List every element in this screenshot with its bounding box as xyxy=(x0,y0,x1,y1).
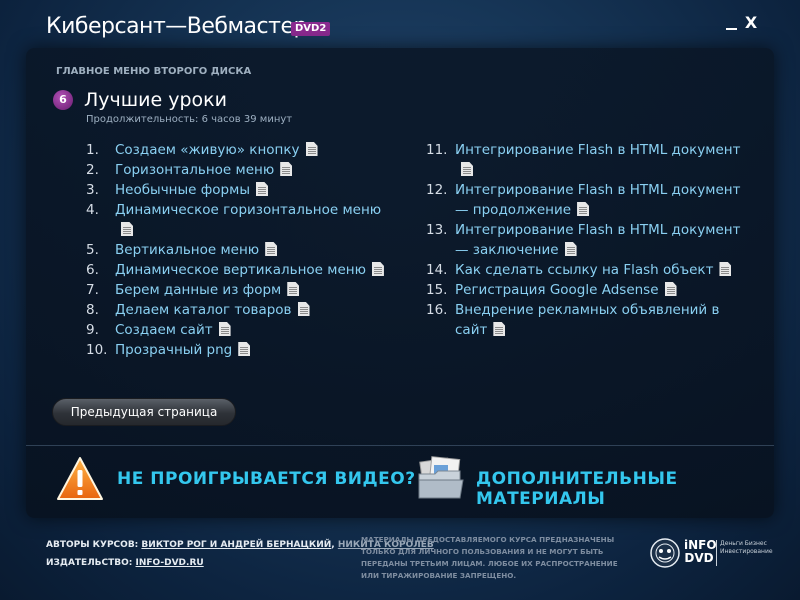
lesson-item[interactable]: 2. Горизонтальное меню xyxy=(86,160,386,180)
lesson-title: Берем данные из форм xyxy=(115,282,282,298)
lesson-number: 11. xyxy=(426,142,448,158)
lesson-number: 3. xyxy=(86,182,99,198)
dvd-badge: DVD2 xyxy=(291,22,331,36)
document-icon xyxy=(297,302,310,316)
lesson-number: 9. xyxy=(86,322,99,338)
lesson-item[interactable]: 7. Берем данные из форм xyxy=(86,280,386,300)
extra-materials-link[interactable]: ДОПОЛНИТЕЛЬНЫЕ МАТЕРИАЛЫ xyxy=(476,469,800,509)
lesson-item[interactable]: 8. Делаем каталог товаров xyxy=(86,300,386,320)
lesson-number: 5. xyxy=(86,242,99,258)
lesson-title: Интегрирование Flash в HTML документ — п… xyxy=(455,182,741,218)
lesson-item[interactable]: 1. Создаем «живую» кнопку xyxy=(86,140,386,160)
document-icon xyxy=(121,222,133,236)
lesson-title: Как сделать ссылку на Flash объект xyxy=(455,262,714,278)
warning-icon[interactable] xyxy=(56,456,104,502)
document-icon xyxy=(265,242,278,256)
document-icon xyxy=(461,162,473,176)
document-icon xyxy=(493,322,506,336)
app-title: Киберсант—Вебмастер xyxy=(46,14,307,39)
section-title: Лучшие уроки xyxy=(84,89,227,111)
minimize-button[interactable] xyxy=(722,14,740,32)
lesson-number: 12. xyxy=(426,182,448,198)
lesson-number: 4. xyxy=(86,202,99,218)
section-number-badge: 6 xyxy=(53,90,73,110)
lesson-title: Регистрация Google Adsense xyxy=(455,282,659,298)
menu-caption: ГЛАВНОЕ МЕНЮ ВТОРОГО ДИСКА xyxy=(56,66,252,77)
divider xyxy=(26,445,774,446)
document-icon xyxy=(577,202,590,216)
disclaimer-text: МАТЕРИАЛЫ ПРЕДОСТАВЛЯЕМОГО КУРСА ПРЕДНАЗ… xyxy=(361,535,618,580)
lesson-title: Динамическое горизонтальное меню xyxy=(115,202,382,218)
lesson-item[interactable]: 16. Внедрение рекламных объявлений в сайт xyxy=(426,300,746,340)
lesson-number: 16. xyxy=(426,302,448,318)
document-icon xyxy=(238,342,251,356)
lesson-number: 14. xyxy=(426,262,448,278)
lesson-item[interactable]: 14. Как сделать ссылку на Flash объект xyxy=(426,260,746,280)
lesson-item[interactable]: 12. Интегрирование Flash в HTML документ … xyxy=(426,180,746,220)
lesson-item[interactable]: 11. Интегрирование Flash в HTML документ xyxy=(426,140,746,180)
document-icon xyxy=(371,262,384,276)
lesson-title: Делаем каталог товаров xyxy=(115,302,292,318)
lesson-title: Динамическое вертикальное меню xyxy=(115,262,366,278)
lesson-item[interactable]: 3. Необычные формы xyxy=(86,180,386,200)
lesson-title: Прозрачный png xyxy=(115,342,233,358)
document-icon xyxy=(564,242,577,256)
close-button[interactable]: X xyxy=(742,14,760,32)
folder-icon[interactable] xyxy=(416,456,466,502)
lesson-title: Интегрирование Flash в HTML документ xyxy=(455,142,741,158)
document-icon xyxy=(287,282,300,296)
publisher-link[interactable]: INFO-DVD.RU xyxy=(136,558,204,568)
lesson-item[interactable]: 10. Прозрачный png xyxy=(86,340,386,360)
video-problem-link[interactable]: НЕ ПРОИГРЫВАЕТСЯ ВИДЕО? xyxy=(117,469,416,489)
lesson-list-left: 1. Создаем «живую» кнопку 2. Горизонтально… xyxy=(86,140,386,360)
lesson-number: 8. xyxy=(86,302,99,318)
lesson-number: 2. xyxy=(86,162,99,178)
document-icon xyxy=(305,142,318,156)
logo-tagline: Деньги Бизнес Инвестирование xyxy=(720,540,773,555)
document-icon xyxy=(664,282,677,296)
prev-page-button[interactable]: Предыдущая страница xyxy=(52,398,236,426)
document-icon xyxy=(218,322,231,336)
lesson-number: 13. xyxy=(426,222,448,238)
lesson-title: Вертикальное меню xyxy=(115,242,260,258)
lesson-title: Создаем «живую» кнопку xyxy=(115,142,300,158)
lesson-title: Горизонтальное меню xyxy=(115,162,275,178)
publisher-label: ИЗДАТЕЛЬСТВО: xyxy=(46,558,136,568)
author-link-1[interactable]: ВИКТОР РОГ И АНДРЕЙ БЕРНАЦКИЙ xyxy=(141,540,331,550)
document-icon xyxy=(719,262,732,276)
document-icon xyxy=(255,182,268,196)
lesson-title: Создаем сайт xyxy=(115,322,213,338)
authors-label: АВТОРЫ КУРСОВ: xyxy=(46,540,142,550)
lesson-number: 1. xyxy=(86,142,99,158)
lesson-item[interactable]: 13. Интегрирование Flash в HTML документ … xyxy=(426,220,746,260)
footer-publisher: ИЗДАТЕЛЬСТВО: INFO-DVD.RU xyxy=(46,558,204,568)
document-icon xyxy=(280,162,293,176)
lesson-item[interactable]: 6. Динамическое вертикальное меню xyxy=(86,260,386,280)
logo-separator xyxy=(716,540,717,566)
lesson-number: 6. xyxy=(86,262,99,278)
lesson-item[interactable]: 4. Динамическое горизонтальное меню xyxy=(86,200,386,240)
lesson-number: 7. xyxy=(86,282,99,298)
lesson-title: Необычные формы xyxy=(115,182,250,198)
lesson-title: Интегрирование Flash в HTML документ — з… xyxy=(455,222,741,258)
logo-wordmark: iNFO DVD xyxy=(684,538,717,565)
lesson-list-right: 11. Интегрирование Flash в HTML документ … xyxy=(426,140,746,340)
info-dvd-logo xyxy=(650,538,680,568)
lesson-item[interactable]: 15. Регистрация Google Adsense xyxy=(426,280,746,300)
lesson-item[interactable]: 5. Вертикальное меню xyxy=(86,240,386,260)
lesson-item[interactable]: 9. Создаем сайт xyxy=(86,320,386,340)
lesson-number: 15. xyxy=(426,282,448,298)
lesson-number: 10. xyxy=(86,342,108,358)
duration-text: Продолжительность: 6 часов 39 минут xyxy=(86,114,293,125)
